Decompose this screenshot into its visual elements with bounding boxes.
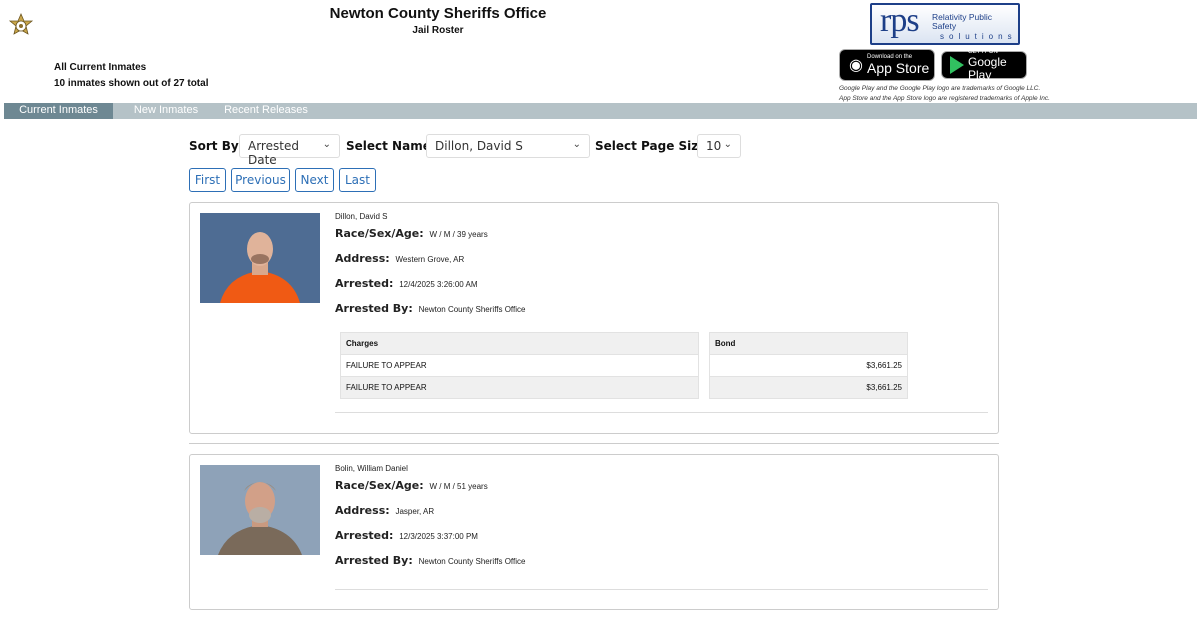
arrested-value: 12/3/2025 3:37:00 PM — [399, 532, 478, 541]
arrested-value: 12/4/2025 3:26:00 AM — [399, 280, 478, 289]
race-sex-age-label: Race/Sex/Age: — [335, 227, 424, 240]
arrested-field: Arrested: 12/3/2025 3:37:00 PM — [335, 529, 478, 542]
tab-recent-releases[interactable]: Recent Releases — [216, 103, 316, 119]
address-value: Western Grove, AR — [395, 255, 465, 264]
divider — [335, 412, 988, 413]
divider — [189, 443, 999, 444]
tab-bar: Current Inmates New Inmates Recent Relea… — [4, 103, 1197, 119]
select-name-select[interactable]: Dillon, David S ⌄ — [426, 134, 590, 158]
google-play-label: Google Play — [968, 54, 1007, 82]
charges-table: Charges FAILURE TO APPEAR FAILURE TO APP… — [340, 332, 699, 399]
race-sex-age-field: Race/Sex/Age: W / M / 39 years — [335, 227, 488, 240]
sort-by-label: Sort By: — [189, 139, 244, 153]
chevron-down-icon: ⌄ — [572, 139, 581, 150]
race-sex-age-value: W / M / 51 years — [429, 482, 488, 491]
inmate-name: Bolin, William Daniel — [335, 464, 408, 473]
inmate-card: Bolin, William Daniel Race/Sex/Age: W / … — [189, 454, 999, 610]
rps-logo-name: Relativity Public Safety — [932, 12, 992, 31]
google-play-icon — [950, 56, 964, 74]
roster-summary-title: All Current Inmates — [54, 62, 147, 73]
bond-cell: $3,661.25 — [709, 354, 908, 377]
page-size-label: Select Page Size: — [595, 139, 712, 153]
chevron-down-icon: ⌄ — [322, 139, 331, 150]
race-sex-age-field: Race/Sex/Age: W / M / 51 years — [335, 479, 488, 492]
inmate-mugshot — [200, 213, 320, 303]
address-label: Address: — [335, 504, 390, 517]
arrested-by-label: Arrested By: — [335, 554, 413, 567]
apple-trademark-note: App Store and the App Store logo are reg… — [839, 95, 1050, 102]
address-label: Address: — [335, 252, 390, 265]
tab-new-inmates[interactable]: New Inmates — [118, 103, 214, 119]
page-size-select[interactable]: 10 ⌄ — [697, 134, 741, 158]
divider — [335, 589, 988, 590]
rps-logo-solutions: solutions — [940, 32, 1017, 41]
inmate-name: Dillon, David S — [335, 212, 388, 221]
charges-header: Charges — [340, 332, 699, 355]
bond-table: Bond $3,661.25 $3,661.25 — [709, 332, 908, 399]
table-row: $3,661.25 — [709, 376, 908, 399]
charge-cell: FAILURE TO APPEAR — [340, 354, 699, 377]
arrested-by-value: Newton County Sheriffs Office — [418, 557, 526, 566]
arrested-by-field: Arrested By: Newton County Sheriffs Offi… — [335, 554, 525, 567]
race-sex-age-label: Race/Sex/Age: — [335, 479, 424, 492]
previous-page-button[interactable]: Previous — [231, 168, 290, 192]
first-page-button[interactable]: First — [189, 168, 226, 192]
roster-summary-count: 10 inmates shown out of 27 total — [54, 78, 209, 89]
next-page-button[interactable]: Next — [295, 168, 334, 192]
inmate-card: Dillon, David S Race/Sex/Age: W / M / 39… — [189, 202, 999, 434]
bond-cell: $3,661.25 — [709, 376, 908, 399]
address-field: Address: Western Grove, AR — [335, 252, 464, 265]
sort-by-select[interactable]: Arrested Date ⌄ — [239, 134, 340, 167]
arrested-label: Arrested: — [335, 277, 394, 290]
app-store-label: App Store — [867, 60, 930, 76]
google-play-button[interactable]: GET IT ON Google Play — [941, 49, 1027, 82]
table-row: FAILURE TO APPEAR — [340, 376, 699, 399]
select-name-label: Select Name: — [346, 139, 436, 153]
rps-logo-mark: rps — [880, 3, 920, 39]
select-name-value: Dillon, David S — [435, 139, 523, 153]
page-size-value: 10 — [706, 139, 722, 153]
inmate-mugshot — [200, 465, 320, 555]
address-field: Address: Jasper, AR — [335, 504, 434, 517]
table-row: FAILURE TO APPEAR — [340, 354, 699, 377]
charge-cell: FAILURE TO APPEAR — [340, 376, 699, 399]
apple-icon: ◉ — [849, 57, 863, 74]
page-subtitle: Jail Roster — [412, 25, 464, 36]
table-row: $3,661.25 — [709, 354, 908, 377]
arrested-field: Arrested: 12/4/2025 3:26:00 AM — [335, 277, 478, 290]
arrested-by-label: Arrested By: — [335, 302, 413, 315]
arrested-label: Arrested: — [335, 529, 394, 542]
arrested-by-value: Newton County Sheriffs Office — [418, 305, 526, 314]
sort-by-value: Arrested Date — [248, 139, 299, 167]
app-store-button[interactable]: ◉ Download on the App Store — [839, 49, 935, 81]
table-header-row: Charges — [340, 332, 699, 355]
address-value: Jasper, AR — [395, 507, 435, 516]
arrested-by-field: Arrested By: Newton County Sheriffs Offi… — [335, 302, 525, 315]
google-trademark-note: Google Play and the Google Play logo are… — [839, 85, 1041, 92]
rps-logo[interactable]: rps Relativity Public Safety solutions — [870, 3, 1020, 45]
last-page-button[interactable]: Last — [339, 168, 376, 192]
page-title: Newton County Sheriffs Office — [329, 5, 547, 22]
sheriff-badge-icon — [8, 12, 34, 39]
race-sex-age-value: W / M / 39 years — [429, 230, 488, 239]
bond-header: Bond — [709, 332, 908, 355]
chevron-down-icon: ⌄ — [723, 139, 732, 150]
table-header-row: Bond — [709, 332, 908, 355]
tab-current-inmates[interactable]: Current Inmates — [4, 103, 113, 119]
